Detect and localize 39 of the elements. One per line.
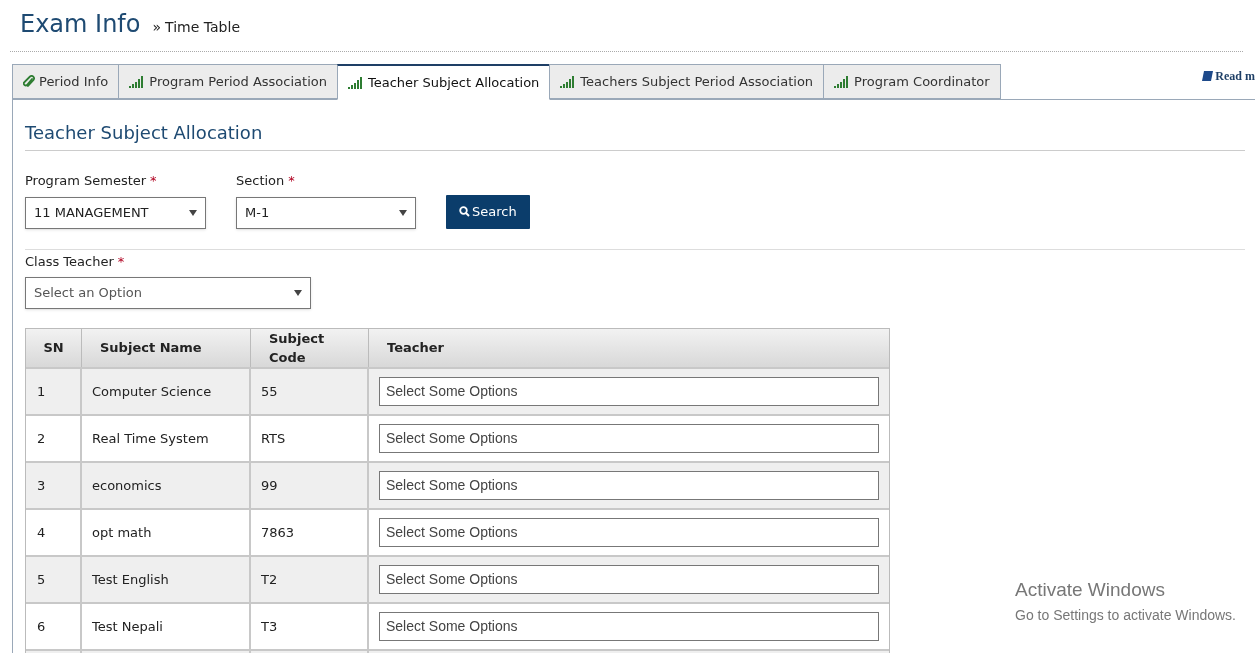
caret-icon [189,209,197,216]
search-icon [459,206,470,217]
teacher-select-field[interactable]: Select Some Options [379,518,879,547]
tab[interactable]: Period Info [12,64,120,99]
section-title: Teacher Subject Allocation [25,119,1245,151]
select-field[interactable]: M-1 [236,196,416,229]
required-mark: * [288,172,295,190]
select-field[interactable]: Select an Option [25,277,311,309]
teacher-select-field[interactable]: Select Some Options [379,471,879,500]
breadcrumb-separator: » [152,18,162,37]
select-field[interactable]: 11 MANAGEMENT [25,196,206,229]
teacher-select-field[interactable]: Select Some Options [379,565,879,594]
signal-bars-icon [129,75,146,88]
signal-bars-icon [560,75,577,88]
field-label: Class Teacher [25,252,114,271]
teacher-select-field[interactable]: Select Some Options [379,424,879,453]
book-icon [1202,70,1214,82]
teacher-select-field[interactable]: Select Some Options [379,612,879,641]
read-link[interactable]: Read m [1202,67,1255,85]
signal-bars-icon [834,75,851,88]
paperclip-icon [23,74,35,89]
column-header: Teacher [386,339,445,358]
caret-icon [294,290,302,296]
tab[interactable]: Program Period Association [118,64,338,99]
tab[interactable]: Teacher Subject Allocation [336,64,551,100]
field-label: Program Semester [25,172,147,190]
teacher-select-field[interactable]: Select Some Options [379,377,879,406]
breadcrumb: Time Table [165,18,240,37]
activation-title: Activate Windows [1015,578,1166,602]
tab[interactable]: Program Coordinator [823,64,1001,99]
activation-text: Go to Settings to activate Windows. [1015,605,1236,625]
signal-bars-icon [347,76,364,89]
required-mark: * [117,252,125,271]
tab[interactable]: Teachers Subject Period Association [549,64,825,99]
page-title: Exam Info [20,9,141,40]
search-button[interactable]: Search [446,194,530,229]
required-mark: * [150,172,157,190]
caret-icon [399,209,407,216]
field-label: Section [236,172,285,190]
